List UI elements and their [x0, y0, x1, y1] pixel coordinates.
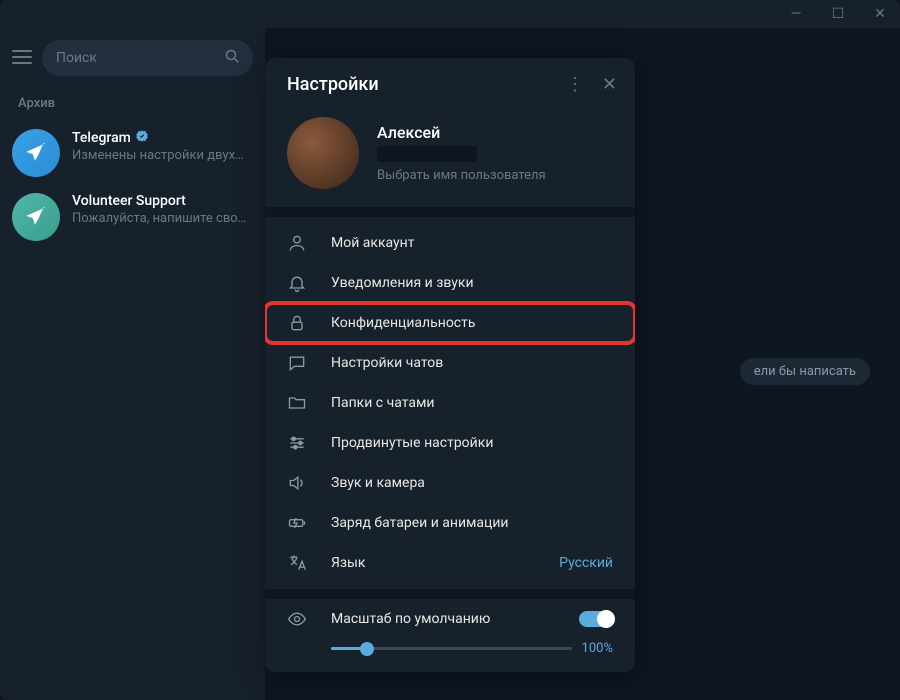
avatar: [12, 129, 60, 177]
divider: [265, 207, 635, 217]
divider: [265, 589, 635, 599]
profile-username-hint: Выбрать имя пользователя: [377, 168, 613, 183]
lock-icon: [287, 313, 307, 333]
verified-icon: [135, 129, 149, 146]
chat-preview: Пожалуйста, напишите сво…: [72, 211, 253, 226]
menu-item-language[interactable]: Язык Русский: [265, 543, 635, 583]
chat-icon: [287, 353, 307, 373]
menu-item-sound[interactable]: Звук и камера: [265, 463, 635, 503]
folder-icon: [287, 393, 307, 413]
settings-modal: Настройки ⋮ ✕ Алексей Выбрать имя пользо…: [265, 58, 635, 672]
modal-title: Настройки: [287, 74, 548, 95]
chat-title: Volunteer Support: [72, 193, 186, 209]
chat-item-telegram[interactable]: Telegram Изменены настройки двух…: [0, 121, 265, 185]
language-value: Русский: [559, 555, 613, 571]
menu-item-notifications[interactable]: Уведомления и звуки: [265, 263, 635, 303]
chat-title: Telegram: [72, 130, 131, 146]
menu-item-battery[interactable]: Заряд батареи и анимации: [265, 503, 635, 543]
sliders-icon: [287, 433, 307, 453]
close-icon[interactable]: ✕: [602, 74, 617, 95]
search-input[interactable]: Поиск: [42, 40, 253, 76]
profile-block[interactable]: Алексей Выбрать имя пользователя: [265, 109, 635, 207]
profile-avatar: [287, 117, 359, 189]
settings-menu: Мой аккаунт Уведомления и звуки Конфиден…: [265, 217, 635, 589]
scale-slider[interactable]: [331, 647, 572, 650]
chat-item-volunteer[interactable]: Volunteer Support Пожалуйста, напишите с…: [0, 185, 265, 249]
app-window: — ☐ ✕ Поиск Архив: [0, 0, 900, 700]
profile-name: Алексей: [377, 123, 613, 142]
language-icon: [287, 553, 307, 573]
sidebar: Поиск Архив Telegram: [0, 28, 265, 700]
speaker-icon: [287, 473, 307, 493]
hamburger-menu-icon[interactable]: [12, 48, 32, 69]
slider-thumb[interactable]: [360, 642, 374, 656]
profile-phone-redacted: [377, 146, 477, 162]
eye-icon: [287, 609, 307, 629]
bell-icon: [287, 273, 307, 293]
chat-preview: Изменены настройки двух…: [72, 148, 253, 163]
scale-block: Масштаб по умолчанию 100%: [265, 599, 635, 672]
close-window-button[interactable]: ✕: [868, 6, 892, 22]
more-icon[interactable]: ⋮: [566, 74, 584, 95]
scale-value: 100%: [582, 641, 613, 656]
menu-item-advanced[interactable]: Продвинутые настройки: [265, 423, 635, 463]
menu-item-folders[interactable]: Папки с чатами: [265, 383, 635, 423]
scale-toggle[interactable]: [579, 611, 613, 627]
titlebar: — ☐ ✕: [0, 0, 900, 28]
search-icon: [225, 49, 239, 67]
minimize-button[interactable]: —: [784, 6, 808, 22]
menu-item-account[interactable]: Мой аккаунт: [265, 223, 635, 263]
battery-icon: [287, 513, 307, 533]
empty-hint: ели бы написать: [740, 358, 870, 385]
menu-item-privacy[interactable]: Конфиденциальность: [265, 303, 635, 343]
person-icon: [287, 233, 307, 253]
search-placeholder: Поиск: [56, 50, 97, 66]
archive-label: Архив: [0, 88, 265, 121]
menu-item-chats[interactable]: Настройки чатов: [265, 343, 635, 383]
maximize-button[interactable]: ☐: [826, 6, 850, 22]
avatar: [12, 193, 60, 241]
